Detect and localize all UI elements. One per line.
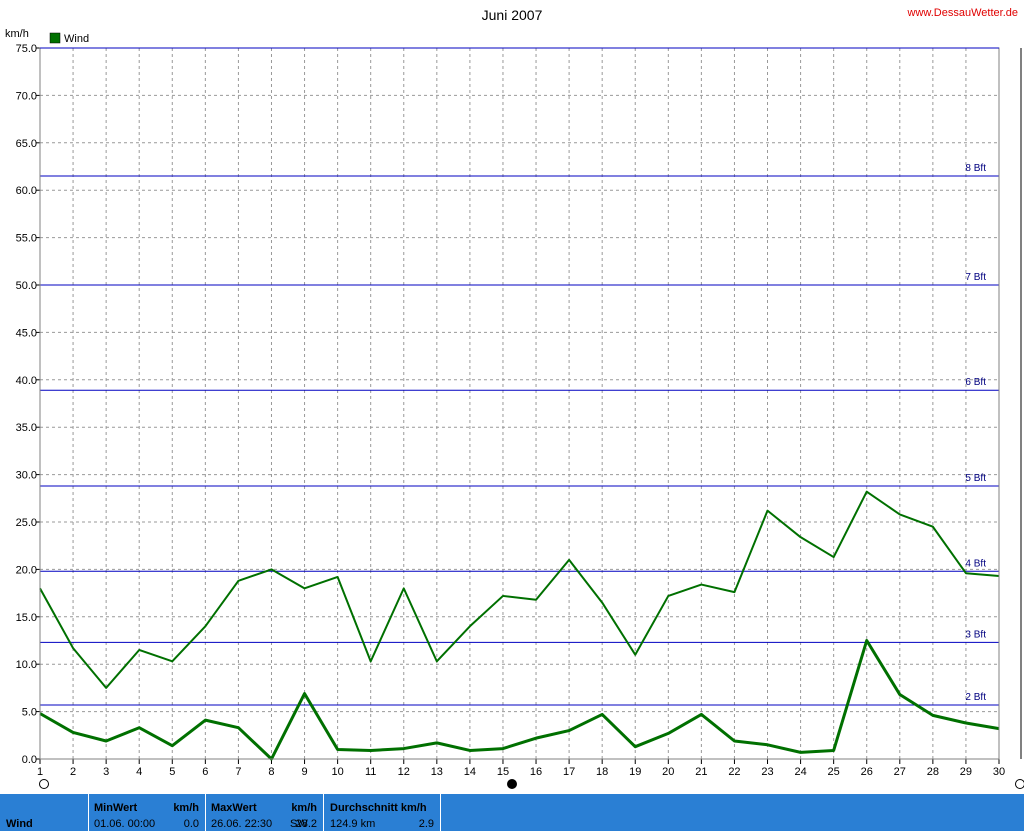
- x-tick-label: 15: [497, 766, 509, 778]
- y-tick-label: 75.0: [16, 43, 37, 55]
- avg-header: Durchschnitt km/h: [330, 802, 427, 814]
- x-tick-label: 18: [596, 766, 608, 778]
- x-tick-label: 28: [927, 766, 939, 778]
- y-axis-ticks: 0.0 5.0 10.0 15.0 20.0 25.0 30.0 35.0 40.0 45.0 50…: [16, 43, 40, 766]
- x-tick-label: 13: [431, 766, 443, 778]
- beaufort-label: 5 Bft: [965, 473, 986, 484]
- y-tick-label: 45.0: [16, 327, 37, 339]
- footer-cell-min: MinWert km/h 01.06. 00:00 0.0: [89, 794, 206, 831]
- x-tick-label: 20: [662, 766, 674, 778]
- max-date: 26.06. 22:30: [211, 818, 273, 830]
- x-tick-label: 4: [136, 766, 142, 778]
- max-value: 28.2: [295, 818, 317, 830]
- y-tick-label: 50.0: [16, 280, 37, 292]
- beaufort-label: 7 Bft: [965, 272, 986, 283]
- x-tick-label: 30: [993, 766, 1005, 778]
- x-tick-label: 9: [301, 766, 307, 778]
- x-tick-label: 3: [103, 766, 109, 778]
- beaufort-label: 2 Bft: [965, 692, 986, 703]
- x-tick-label: 25: [828, 766, 840, 778]
- x-tick-label: 5: [169, 766, 175, 778]
- statistics-footer: Wind MinWert km/h 01.06. 00:00 0.0 MaxWe…: [0, 794, 1024, 831]
- max-unit: km/h: [291, 802, 317, 814]
- y-tick-label: 55.0: [16, 233, 37, 245]
- x-tick-label: 19: [629, 766, 641, 778]
- y-tick-label: 70.0: [16, 90, 37, 102]
- footer-cell-series: [0, 794, 89, 831]
- x-tick-label: 17: [563, 766, 575, 778]
- avg-distance: 124.9 km: [330, 818, 376, 830]
- x-tick-label: 27: [894, 766, 906, 778]
- x-tick-label: 24: [794, 766, 806, 778]
- y-tick-label: 25.0: [16, 517, 37, 529]
- x-tick-label: 11: [365, 766, 376, 778]
- footer-cell-average: Durchschnitt km/h 124.9 km 2.9: [324, 794, 441, 831]
- y-tick-label: 5.0: [22, 707, 37, 719]
- x-axis-ticks: 1 2 3 4 5 6 7 8 9 10 11 12 13 14 15 16 17 18 19 20 21 22 23 24 2…: [37, 759, 1005, 778]
- beaufort-lines: 2 Bft 3 Bft 4 Bft 5 Bft 6 Bft 7 Bft 8 Bft: [40, 163, 999, 706]
- y-tick-label: 35.0: [16, 422, 37, 434]
- x-tick-label: 12: [398, 766, 410, 778]
- x-tick-label: 8: [268, 766, 274, 778]
- legend-swatch: [49, 32, 61, 44]
- beaufort-label: 4 Bft: [965, 558, 986, 569]
- x-tick-label: 10: [331, 766, 343, 778]
- x-tick-label: 6: [202, 766, 208, 778]
- legend-label: Wind: [64, 33, 89, 45]
- wind-chart: Juni 2007 www.DessauWetter.de km/h Wind …: [5, 7, 1024, 789]
- min-date: 01.06. 00:00: [94, 818, 156, 830]
- beaufort-label: 8 Bft: [965, 163, 986, 174]
- x-tick-label: 2: [70, 766, 76, 778]
- moon-new-icon: [39, 779, 49, 789]
- series-line-average: [39, 639, 1000, 761]
- y-tick-label: 60.0: [16, 185, 37, 197]
- series-lines: [39, 490, 1000, 761]
- x-tick-label: 21: [695, 766, 707, 778]
- x-tick-label: 29: [960, 766, 972, 778]
- chart-title: Juni 2007: [482, 7, 543, 23]
- min-value: 0.0: [183, 818, 199, 830]
- avg-value: 2.9: [418, 818, 434, 830]
- y-tick-label: 65.0: [16, 138, 37, 150]
- footer-cell-max: MaxWert km/h 26.06. 22:30 SW 28.2: [206, 794, 324, 831]
- y-tick-label: 20.0: [16, 564, 37, 576]
- min-unit: km/h: [173, 802, 199, 814]
- beaufort-label: 3 Bft: [965, 629, 986, 640]
- y-tick-label: 10.0: [16, 659, 37, 671]
- y-tick-label: 40.0: [16, 375, 37, 387]
- series-line-max: [39, 490, 1000, 689]
- grid: [40, 48, 999, 759]
- max-header: MaxWert: [211, 802, 257, 814]
- y-tick-label: 15.0: [16, 612, 37, 624]
- site-link[interactable]: www.DessauWetter.de: [907, 7, 1018, 19]
- moon-new-icon-end: [1015, 779, 1024, 789]
- x-tick-label: 22: [728, 766, 740, 778]
- x-tick-label: 16: [530, 766, 542, 778]
- y-tick-label: 30.0: [16, 470, 37, 482]
- y-tick-label: 0.0: [22, 754, 37, 766]
- x-tick-label: 7: [235, 766, 241, 778]
- y-unit-label: km/h: [5, 28, 29, 40]
- min-header: MinWert: [94, 802, 138, 814]
- moon-full-icon: [507, 779, 517, 789]
- beaufort-label: 6 Bft: [965, 377, 986, 388]
- x-tick-label: 26: [861, 766, 873, 778]
- plot-frame: [39, 47, 1000, 760]
- x-tick-label: 23: [761, 766, 773, 778]
- x-tick-label: 14: [464, 766, 476, 778]
- x-tick-label: 1: [37, 766, 43, 778]
